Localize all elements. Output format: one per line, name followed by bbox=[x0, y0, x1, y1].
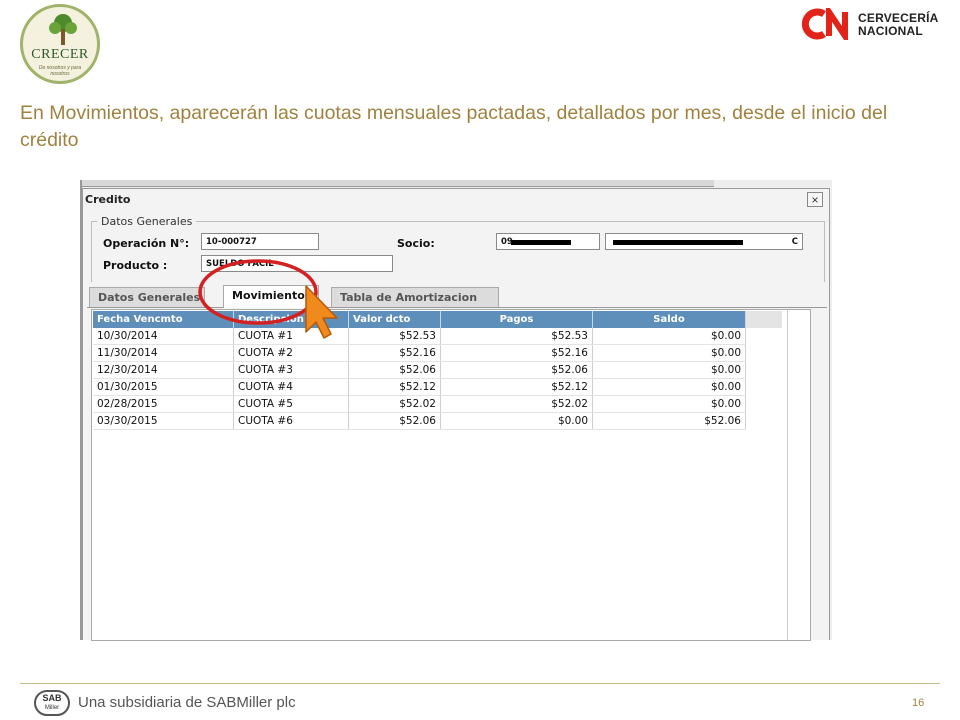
highlight-circle bbox=[198, 259, 318, 325]
sabmiller-logo: SAB Miller bbox=[34, 690, 70, 716]
socio-name-value: C bbox=[791, 237, 798, 247]
cn-mark-icon bbox=[801, 8, 848, 40]
cerveceria-nacional-logo: CERVECERÍA NACIONAL bbox=[800, 6, 940, 42]
redaction-bar bbox=[511, 240, 571, 245]
app-screenshot: Credito × Datos Generales Operación N°: … bbox=[80, 180, 832, 641]
table-row[interactable]: 01/30/2015 CUOTA #4 $52.12 $52.12 $0.00 bbox=[93, 378, 782, 396]
cn-logo-line2: NACIONAL bbox=[858, 24, 923, 38]
cell-descripcion: CUOTA #6 bbox=[233, 412, 349, 430]
window-title: Credito bbox=[85, 193, 131, 206]
redaction-bar bbox=[613, 240, 743, 245]
cell-fecha: 01/30/2015 bbox=[93, 378, 234, 396]
cursor-arrow-icon bbox=[305, 285, 338, 339]
sab-logo-subtext: Miller bbox=[44, 705, 60, 711]
crecer-logo-name: CRECER bbox=[31, 47, 89, 62]
cell-saldo: $0.00 bbox=[592, 361, 746, 379]
table-header-row: Fecha Vencmto Descripcion Valor dcto Pag… bbox=[93, 311, 782, 328]
grid-scrollbar[interactable] bbox=[787, 310, 810, 640]
table-row[interactable]: 03/30/2015 CUOTA #6 $52.06 $0.00 $52.06 bbox=[93, 412, 782, 430]
background-window-edge bbox=[82, 180, 714, 187]
table-row[interactable]: 11/30/2014 CUOTA #2 $52.16 $52.16 $0.00 bbox=[93, 344, 782, 362]
cell-fecha: 02/28/2015 bbox=[93, 395, 234, 413]
operacion-field[interactable]: 10-000727 bbox=[201, 233, 319, 250]
cell-saldo: $0.00 bbox=[592, 344, 746, 362]
footer-divider bbox=[20, 683, 940, 684]
cell-valor: $52.06 bbox=[348, 412, 441, 430]
tab-tabla-amortizacion[interactable]: Tabla de Amortizacion bbox=[331, 287, 499, 307]
page-number: 16 bbox=[912, 697, 925, 709]
crecer-logo-tagline: De nosotros y para nosotros bbox=[38, 65, 82, 77]
tree-icon bbox=[49, 14, 77, 45]
column-header-filler bbox=[745, 311, 782, 328]
cell-saldo: $52.06 bbox=[592, 412, 746, 430]
cell-descripcion: CUOTA #4 bbox=[233, 378, 349, 396]
cell-valor: $52.12 bbox=[348, 378, 441, 396]
cell-pagos: $52.12 bbox=[440, 378, 593, 396]
cell-descripcion: CUOTA #3 bbox=[233, 361, 349, 379]
cn-logo-text: CERVECERÍA NACIONAL bbox=[858, 12, 938, 38]
cell-fecha: 12/30/2014 bbox=[93, 361, 234, 379]
cell-pagos: $52.06 bbox=[440, 361, 593, 379]
table-row[interactable]: 12/30/2014 CUOTA #3 $52.06 $52.06 $0.00 bbox=[93, 361, 782, 379]
credito-window: Credito × Datos Generales Operación N°: … bbox=[82, 188, 830, 641]
crecer-logo: CRECER De nosotros y para nosotros bbox=[20, 4, 100, 84]
column-header-valor[interactable]: Valor dcto bbox=[348, 311, 441, 328]
cell-valor: $52.16 bbox=[348, 344, 441, 362]
table-row[interactable]: 02/28/2015 CUOTA #5 $52.02 $52.02 $0.00 bbox=[93, 395, 782, 413]
cell-saldo: $0.00 bbox=[592, 328, 746, 345]
cell-descripcion: CUOTA #5 bbox=[233, 395, 349, 413]
cell-valor: $52.06 bbox=[348, 361, 441, 379]
cell-valor: $52.53 bbox=[348, 328, 441, 345]
movimientos-table: Fecha Vencmto Descripcion Valor dcto Pag… bbox=[93, 311, 782, 430]
cell-descripcion: CUOTA #2 bbox=[233, 344, 349, 362]
producto-label: Producto : bbox=[103, 259, 168, 272]
cell-fecha: 11/30/2014 bbox=[93, 344, 234, 362]
socio-label: Socio: bbox=[397, 237, 435, 250]
table-row[interactable]: 10/30/2014 CUOTA #1 $52.53 $52.53 $0.00 bbox=[93, 328, 782, 345]
cell-pagos: $52.16 bbox=[440, 344, 593, 362]
tab-datos-generales[interactable]: Datos Generales bbox=[89, 287, 205, 307]
close-button[interactable]: × bbox=[807, 192, 823, 207]
cell-pagos: $52.53 bbox=[440, 328, 593, 345]
column-header-saldo[interactable]: Saldo bbox=[592, 311, 746, 328]
operacion-label: Operación N°: bbox=[103, 237, 190, 250]
footer-text: Una subsidiaria de SABMiller plc bbox=[78, 694, 296, 711]
movimientos-grid: Fecha Vencmto Descripcion Valor dcto Pag… bbox=[91, 309, 811, 641]
cell-pagos: $0.00 bbox=[440, 412, 593, 430]
cell-valor: $52.02 bbox=[348, 395, 441, 413]
cell-saldo: $0.00 bbox=[592, 378, 746, 396]
cell-fecha: 03/30/2015 bbox=[93, 412, 234, 430]
cell-saldo: $0.00 bbox=[592, 395, 746, 413]
column-header-pagos[interactable]: Pagos bbox=[440, 311, 593, 328]
datos-generales-legend: Datos Generales bbox=[97, 215, 197, 228]
cell-pagos: $52.02 bbox=[440, 395, 593, 413]
sab-logo-text: SAB bbox=[42, 693, 62, 703]
highlight-callout bbox=[198, 259, 338, 339]
slide-heading: En Movimientos, aparecerán las cuotas me… bbox=[20, 102, 888, 151]
